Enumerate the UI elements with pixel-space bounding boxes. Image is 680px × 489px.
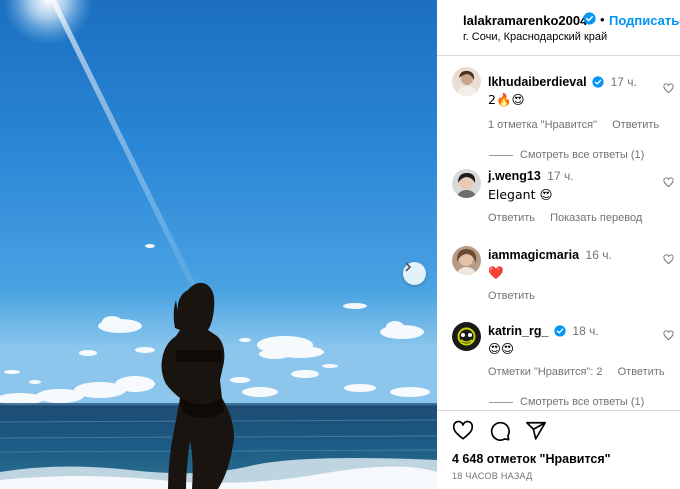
comment-likes-count[interactable]: 1 отметка "Нравится"	[488, 119, 597, 131]
verified-badge-icon	[554, 325, 566, 337]
beach-scene	[0, 0, 437, 489]
post-photo	[0, 0, 437, 489]
comment-time: 17 ч.	[547, 169, 574, 183]
comment-time: 17 ч.	[610, 75, 637, 89]
share-icon[interactable]	[525, 420, 547, 442]
verified-badge-icon	[583, 12, 596, 30]
view-replies-button[interactable]: Смотреть все ответы (1)	[489, 396, 644, 408]
comment-item: lkhudaiberdieval 17 ч. 2🔥😍 1 отметка "Нр…	[437, 65, 680, 161]
comment-text: 2🔥😍	[488, 92, 525, 107]
avatar[interactable]	[452, 246, 481, 275]
comment-item: katrin_rg_ 18 ч. 😍😍 Отметки "Нравится": …	[437, 322, 680, 410]
comment-like-heart-icon[interactable]	[663, 330, 674, 341]
comment-text: Elegant 😍	[488, 187, 553, 202]
reply-button[interactable]: Ответить	[618, 366, 665, 378]
comment-likes-count[interactable]: Отметки "Нравится": 2	[488, 366, 603, 378]
comment-author[interactable]: lkhudaiberdieval 17 ч.	[488, 75, 637, 89]
post-author-username[interactable]: lalakramarenko2004	[463, 13, 587, 28]
comment-actions: 1 отметка "Нравится" Ответить	[488, 119, 671, 131]
post-side-panel: lalakramarenko2004 • Подписаться г. Сочи…	[437, 0, 680, 489]
follow-button[interactable]: Подписаться	[609, 13, 680, 28]
next-photo-button[interactable]	[403, 262, 426, 285]
reply-button[interactable]: Ответить	[488, 290, 535, 302]
comment-icon[interactable]	[489, 420, 511, 442]
replies-line	[489, 401, 513, 403]
comments-list[interactable]: lkhudaiberdieval 17 ч. 2🔥😍 1 отметка "Нр…	[437, 57, 680, 410]
comment-time: 18 ч.	[572, 324, 599, 338]
avatar[interactable]	[452, 67, 481, 96]
comment-item: j.weng13 17 ч. Elegant 😍 Ответить Показа…	[437, 169, 680, 229]
show-translation-button[interactable]: Показать перевод	[550, 212, 642, 224]
post-location[interactable]: г. Сочи, Краснодарский край	[463, 31, 607, 43]
comment-actions: Ответить	[488, 290, 547, 302]
post-header: lalakramarenko2004 • Подписаться г. Сочи…	[437, 0, 680, 56]
likes-count[interactable]: 4 648 отметок "Нравится"	[452, 452, 611, 466]
replies-line	[489, 154, 513, 156]
verified-badge-icon	[592, 76, 604, 88]
comment-author[interactable]: j.weng13 17 ч.	[488, 169, 574, 183]
view-replies-button[interactable]: Смотреть все ответы (1)	[489, 149, 644, 161]
comment-author[interactable]: iammagicmaria 16 ч.	[488, 248, 612, 262]
comment-time: 16 ч.	[585, 248, 612, 262]
comment-like-heart-icon[interactable]	[663, 83, 674, 94]
avatar[interactable]	[452, 169, 481, 198]
comment-item: iammagicmaria 16 ч. ❤️ Ответить	[437, 246, 680, 306]
comment-author[interactable]: katrin_rg_ 18 ч.	[488, 324, 599, 338]
comment-text: 😍😍	[488, 341, 515, 356]
comment-text: ❤️	[488, 265, 504, 280]
heart-icon[interactable]	[452, 420, 474, 442]
comment-like-heart-icon[interactable]	[663, 177, 674, 188]
divider	[437, 410, 680, 411]
chevron-right-icon	[405, 262, 411, 272]
post-time[interactable]: 18 ЧАСОВ НАЗАД	[452, 471, 533, 481]
comment-actions: Ответить Показать перевод	[488, 212, 654, 224]
avatar[interactable]	[452, 322, 481, 351]
comment-actions: Отметки "Нравится": 2 Ответить	[488, 366, 677, 378]
separator-dot: •	[600, 12, 605, 27]
comment-like-heart-icon[interactable]	[663, 254, 674, 265]
reply-button[interactable]: Ответить	[488, 212, 535, 224]
reply-button[interactable]: Ответить	[612, 119, 659, 131]
